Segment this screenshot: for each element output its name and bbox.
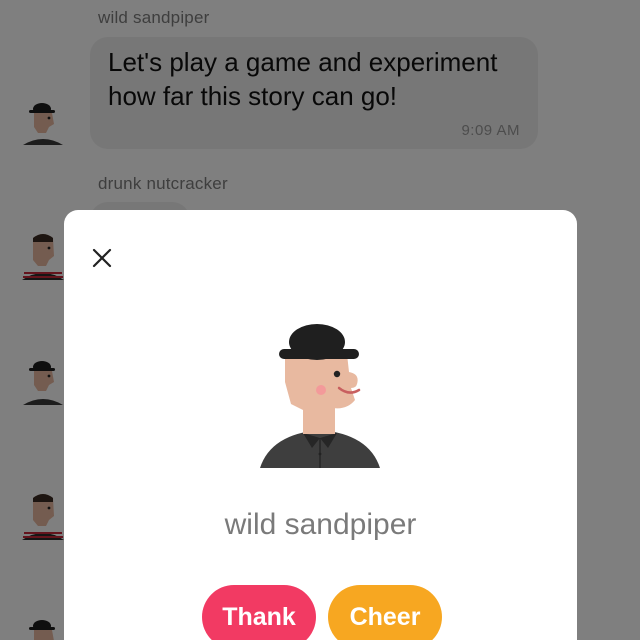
chat-screen: wild sandpiper Let's play a game and exp… [0,0,640,640]
cheer-button[interactable]: Cheer [328,585,442,640]
profile-avatar [260,324,380,468]
thank-button[interactable]: Thank [202,585,316,640]
profile-name: wild sandpiper [224,508,417,541]
profile-modal: wild sandpiper Thank Cheer [64,210,577,640]
close-icon[interactable] [88,244,116,272]
